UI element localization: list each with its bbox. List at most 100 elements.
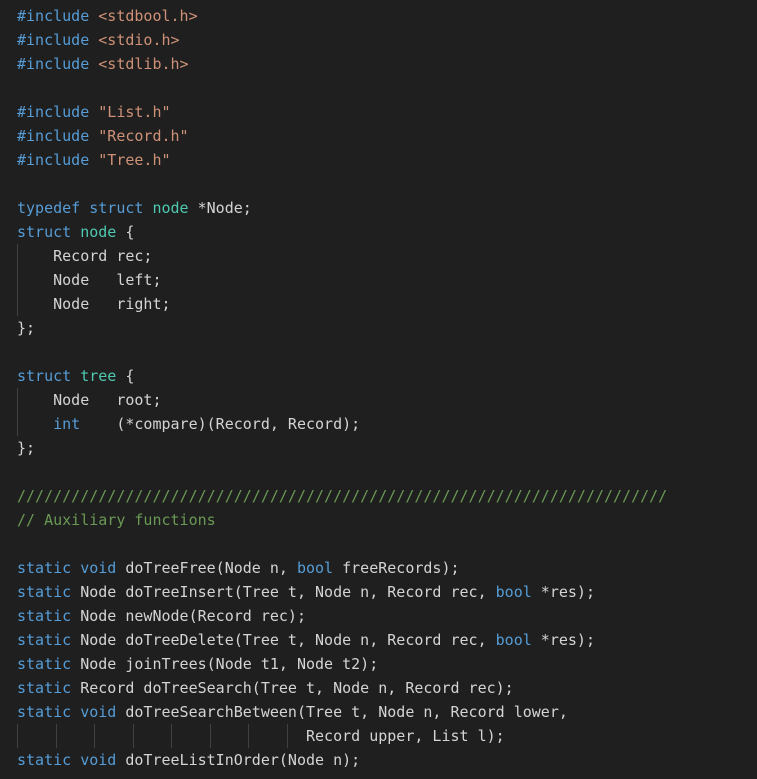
code-line[interactable]: static Node joinTrees(Node t1, Node t2);: [0, 652, 757, 676]
code-line[interactable]: [0, 460, 757, 484]
code-token-kw: static: [17, 559, 72, 577]
code-token-type: node: [152, 199, 189, 217]
code-token-plain: Node doTreeDelete(Tree t, Node n, Record…: [71, 631, 496, 649]
code-token-kw: #include: [17, 127, 90, 145]
code-token-type: node: [80, 223, 117, 241]
code-line[interactable]: struct tree {: [0, 364, 757, 388]
code-line[interactable]: static Node doTreeInsert(Tree t, Node n,…: [0, 580, 757, 604]
code-token-str: "List.h": [98, 103, 171, 121]
code-token-plain: Record rec;: [17, 247, 153, 265]
code-token-plain: doTreeSearchBetween(Tree t, Node n, Reco…: [116, 703, 568, 721]
code-token-kw: bool: [296, 559, 334, 577]
code-token-str: <stdlib.h>: [98, 55, 189, 73]
code-line[interactable]: #include "Record.h": [0, 124, 757, 148]
code-token-plain: Record upper, List l);: [17, 727, 505, 745]
code-token-cmt: ////////////////////////////////////////…: [17, 487, 668, 505]
code-line[interactable]: static Record doTreeSearch(Tree t, Node …: [0, 676, 757, 700]
code-token-plain: Record doTreeSearch(Tree t, Node n, Reco…: [71, 679, 514, 697]
code-token-plain: {: [116, 223, 135, 241]
code-token-kw: static: [17, 679, 72, 697]
code-token-kw: static: [17, 631, 72, 649]
code-line[interactable]: };: [0, 436, 757, 460]
code-token-plain: doTreeListInOrder(Node n);: [116, 751, 361, 769]
code-line[interactable]: Record rec;: [0, 244, 757, 268]
code-line[interactable]: #include <stdio.h>: [0, 28, 757, 52]
code-line[interactable]: // Auxiliary functions: [0, 508, 757, 532]
code-token-kw: static: [17, 583, 72, 601]
code-line[interactable]: Record upper, List l);: [0, 724, 757, 748]
code-token-str: <stdbool.h>: [98, 7, 198, 25]
code-line[interactable]: static Node newNode(Record rec);: [0, 604, 757, 628]
code-token-kw: struct: [17, 367, 72, 385]
code-line[interactable]: #include <stdlib.h>: [0, 52, 757, 76]
code-line[interactable]: static void doTreeSearchBetween(Tree t, …: [0, 700, 757, 724]
code-token-plain: freeRecords);: [333, 559, 460, 577]
code-token-plain: Node joinTrees(Node t1, Node t2);: [71, 655, 379, 673]
code-line[interactable]: int (*compare)(Record, Record);: [0, 412, 757, 436]
code-line[interactable]: ////////////////////////////////////////…: [0, 484, 757, 508]
code-line[interactable]: [0, 532, 757, 556]
code-token-kw: static: [17, 751, 72, 769]
code-line[interactable]: typedef struct node *Node;: [0, 196, 757, 220]
code-line[interactable]: static void doTreeListInOrder(Node n);: [0, 748, 757, 772]
code-token-plain: Node right;: [17, 295, 171, 313]
code-token-kw: struct: [17, 223, 72, 241]
code-token-cmt: // Auxiliary functions: [17, 511, 216, 529]
code-line[interactable]: Node root;: [0, 388, 757, 412]
code-line[interactable]: #include "List.h": [0, 100, 757, 124]
code-token-plain: *Node;: [188, 199, 252, 217]
code-line[interactable]: [0, 340, 757, 364]
code-token-str: <stdio.h>: [98, 31, 180, 49]
code-text-surface[interactable]: #include <stdbool.h> #include <stdio.h> #i…: [0, 4, 757, 772]
code-line[interactable]: #include "Tree.h": [0, 148, 757, 172]
code-line[interactable]: #include <stdbool.h>: [0, 4, 757, 28]
code-token-kw: void: [80, 703, 117, 721]
code-token-plain: (*compare)(Record, Record);: [80, 415, 361, 433]
code-token-kw: #include: [17, 103, 90, 121]
code-line[interactable]: Node right;: [0, 292, 757, 316]
code-token-plain: };: [17, 439, 36, 457]
code-editor[interactable]: #include <stdbool.h> #include <stdio.h> #i…: [0, 0, 757, 779]
code-token-plain: doTreeFree(Node n,: [116, 559, 297, 577]
code-token-kw: #include: [17, 7, 90, 25]
code-token-kw: #include: [17, 151, 90, 169]
code-token-kw: static: [17, 703, 72, 721]
code-line[interactable]: [0, 76, 757, 100]
code-token-plain: Node root;: [17, 391, 162, 409]
code-token-kw: void: [80, 751, 117, 769]
code-line[interactable]: struct node {: [0, 220, 757, 244]
code-token-kw: static: [17, 607, 72, 625]
code-line[interactable]: static Node doTreeDelete(Tree t, Node n,…: [0, 628, 757, 652]
code-token-kw: bool: [495, 631, 532, 649]
code-line[interactable]: static void doTreeFree(Node n, bool free…: [0, 556, 757, 580]
code-line[interactable]: [0, 172, 757, 196]
code-line[interactable]: };: [0, 316, 757, 340]
code-token-str: "Tree.h": [98, 151, 171, 169]
code-token-type: tree: [80, 367, 117, 385]
code-token-plain: Node newNode(Record rec);: [71, 607, 306, 625]
code-token-str: "Record.h": [98, 127, 189, 145]
code-token-kw: static: [17, 655, 72, 673]
code-token-kw: void: [80, 559, 117, 577]
code-token-plain: *res);: [531, 631, 595, 649]
code-line[interactable]: Node left;: [0, 268, 757, 292]
code-token-plain: Node left;: [17, 271, 162, 289]
code-token-plain: {: [116, 367, 135, 385]
code-token-plain: *res);: [531, 583, 595, 601]
